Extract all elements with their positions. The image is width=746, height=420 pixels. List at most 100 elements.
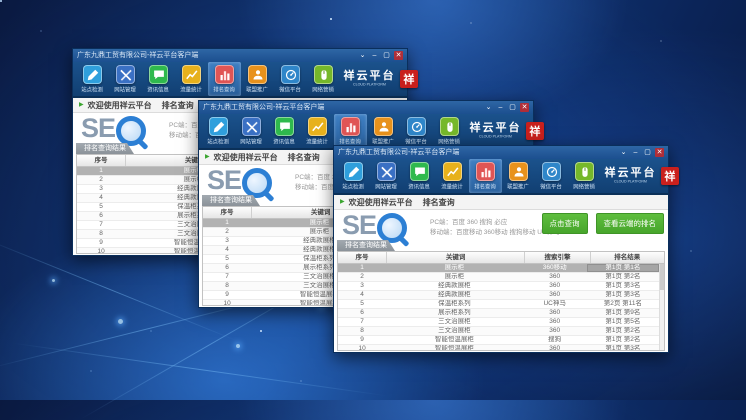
cell-no: 4: [338, 291, 386, 299]
maximize-button[interactable]: ▢: [508, 103, 517, 112]
toolbar-item-site-check[interactable]: 站点检测: [202, 114, 235, 148]
line-chart-icon: [308, 117, 327, 136]
brand-seal-icon: 祥: [400, 70, 418, 88]
column-header: 关键词: [387, 252, 526, 263]
cell-keyword: 展示柜系列: [386, 309, 522, 317]
person-icon: [248, 65, 267, 84]
table-row[interactable]: 8三文治展柜360第1页 第2名: [338, 327, 659, 336]
toolbar-item-alliance-promo[interactable]: 联盟推广: [367, 114, 400, 148]
table-row[interactable]: 7三文治展柜360第1页 第5名: [338, 318, 659, 327]
toolbar-item-site-manage[interactable]: 网站管理: [235, 114, 268, 148]
breadcrumb: ▶ 欢迎使用祥云平台 排名查询: [334, 195, 668, 210]
cell-no: 7: [338, 318, 386, 326]
toolbar-item-alliance-promo[interactable]: 联盟推广: [241, 62, 274, 96]
maximize-button[interactable]: ▢: [643, 148, 652, 157]
toolbar-item-label: 联盟推广: [247, 85, 269, 93]
toolbar-items: 站点检测网站管理 资讯信息 流量统计排名查询联盟推广微信平台网络营销: [337, 159, 601, 193]
skin-button[interactable]: ⌄: [619, 148, 628, 157]
toolbar-item-wechat-platform[interactable]: 微信平台: [535, 159, 568, 193]
cell-no: 5: [338, 300, 386, 308]
cell-rank: 第1页 第3名: [587, 291, 659, 299]
table-row[interactable]: 3经典款展柜360第1页 第3名: [338, 282, 659, 291]
toolbar-item-news-info[interactable]: 资讯信息: [403, 159, 436, 193]
toolbar-item-traffic-stats[interactable]: 流量统计: [301, 114, 334, 148]
cell-no: 2: [338, 273, 386, 281]
toolbar-item-site-check[interactable]: 站点检测: [337, 159, 370, 193]
flag-icon: ▶: [205, 154, 210, 160]
tab-rank-results[interactable]: 排名查询结果: [202, 195, 260, 206]
mouse-icon: [314, 65, 333, 84]
table-scrollbar[interactable]: [659, 264, 664, 350]
maximize-button[interactable]: ▢: [382, 51, 391, 60]
close-button[interactable]: ✕: [520, 103, 529, 112]
skin-button[interactable]: ⌄: [484, 103, 493, 112]
cell-rank: 第1页 第5名: [587, 318, 659, 326]
cell-rank: 第1页 第2名: [587, 336, 659, 344]
toolbar-item-site-manage[interactable]: 网站管理: [109, 62, 142, 96]
toolbar-item-label: 网站管理: [115, 85, 137, 93]
table-row[interactable]: 10智能恒温展柜360第1页 第3名: [338, 345, 659, 350]
cell-no: 5: [203, 255, 251, 263]
chat-icon: [149, 65, 168, 84]
toolbar-item-label: 联盟推广: [508, 182, 530, 190]
tab-rank-results[interactable]: 排名查询结果: [337, 240, 395, 251]
toolbar-item-label: 排名查询: [214, 85, 236, 93]
toolbar-item-wechat-platform[interactable]: 微信平台: [400, 114, 433, 148]
toolbar-item-site-check[interactable]: 站点检测: [76, 62, 109, 96]
toolbar-item-wechat-platform[interactable]: 微信平台: [274, 62, 307, 96]
toolbar-item-net-marketing[interactable]: 网络营销: [568, 159, 601, 193]
toolbar-item-rank-query[interactable]: 排名查询: [469, 159, 502, 193]
magnifier-icon: [116, 116, 146, 146]
toolbar-item-net-marketing[interactable]: 网络营销: [307, 62, 340, 96]
toolbar-item-label: 网络营销: [574, 182, 596, 190]
column-header: 搜索引擎: [525, 252, 590, 263]
table-row[interactable]: 4经典款展柜360第1页 第3名: [338, 291, 659, 300]
close-button[interactable]: ✕: [394, 51, 403, 60]
cell-engine: 360: [523, 291, 587, 299]
cell-engine: 360: [523, 318, 587, 326]
toolbar-item-label: 资讯信息: [274, 137, 296, 145]
seo-logo: SE: [81, 115, 146, 146]
toolbar-item-rank-query[interactable]: 排名查询: [334, 114, 367, 148]
window-title: 广东九鼎工贸有限公司-祥云平台客户端: [203, 101, 484, 114]
toolbar-item-rank-query[interactable]: 排名查询: [208, 62, 241, 96]
close-button[interactable]: ✕: [655, 148, 664, 157]
toolbar-item-label: 资讯信息: [409, 182, 431, 190]
minimize-button[interactable]: –: [631, 148, 640, 157]
scrollbar-thumb[interactable]: [660, 264, 664, 290]
table-row[interactable]: 9智能恒温展柜搜狗第1页 第2名: [338, 336, 659, 345]
table-row[interactable]: 2展示柜360第1页 第2名: [338, 273, 659, 282]
query-button[interactable]: 点击查询: [542, 213, 588, 234]
breadcrumb-welcome: 欢迎使用祥云平台: [349, 197, 413, 208]
minimize-button[interactable]: –: [496, 103, 505, 112]
toolbar-item-net-marketing[interactable]: 网络营销: [433, 114, 466, 148]
toolbar-item-label: 流量统计: [442, 182, 464, 190]
toolbar-item-site-manage[interactable]: 网站管理: [370, 159, 403, 193]
brand-seal-icon: 祥: [661, 167, 679, 185]
toolbar-item-label: 网站管理: [376, 182, 398, 190]
cell-no: 8: [338, 327, 386, 335]
cell-engine: UC神马: [523, 300, 587, 308]
engine-list-pc: PC端：百度 360 搜狗 必应: [430, 218, 560, 228]
toolbar-item-traffic-stats[interactable]: 流量统计: [436, 159, 469, 193]
toolbar-item-label: 流量统计: [307, 137, 329, 145]
cell-no: 3: [338, 282, 386, 290]
table-header: 序号关键词搜索引擎排名结果: [338, 252, 664, 264]
cell-no: 9: [203, 291, 251, 299]
toolbar-item-traffic-stats[interactable]: 流量统计: [175, 62, 208, 96]
toolbar-item-alliance-promo[interactable]: 联盟推广: [502, 159, 535, 193]
table-row[interactable]: 6展示柜系列360第1页 第9名: [338, 309, 659, 318]
table-row[interactable]: 1展示柜360移动第1页 第1名: [338, 264, 659, 273]
skin-button[interactable]: ⌄: [358, 51, 367, 60]
table-row[interactable]: 5保温柜系列UC神马第2页 第11名: [338, 300, 659, 309]
cell-no: 2: [77, 176, 125, 184]
minimize-button[interactable]: –: [370, 51, 379, 60]
view-cloud-rank-button[interactable]: 查看云端的排名: [596, 213, 665, 234]
cell-no: 10: [203, 300, 251, 305]
tab-rank-results[interactable]: 排名查询结果: [76, 143, 134, 154]
toolbar-item-news-info[interactable]: 资讯信息: [142, 62, 175, 96]
cell-rank: 第1页 第3名: [587, 345, 659, 350]
rank-results-table: 序号关键词搜索引擎排名结果 1展示柜360移动第1页 第1名2展示柜360第1页…: [337, 251, 665, 351]
brand-name: 祥云平台: [342, 71, 397, 82]
toolbar-item-news-info[interactable]: 资讯信息: [268, 114, 301, 148]
